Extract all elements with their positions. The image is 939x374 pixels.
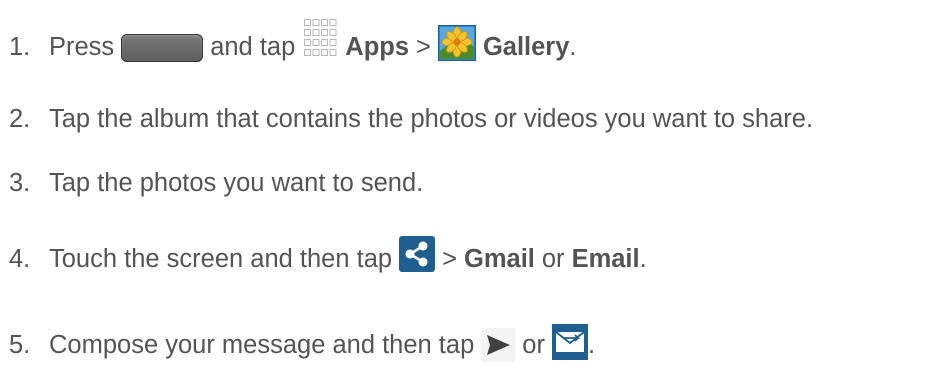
step-number: 5. — [9, 330, 31, 359]
send-icon — [481, 328, 516, 362]
step-text: . — [587, 330, 596, 359]
step-number: 1. — [9, 32, 31, 61]
step-2: 2. Tap the album that contains the photo… — [9, 97, 813, 141]
step-text: and tap — [210, 32, 296, 61]
step-text: or — [522, 330, 545, 359]
step-number: 2. — [9, 104, 31, 133]
step-text: Press — [49, 32, 115, 61]
step-text: Tap the photos you want to send. — [49, 168, 424, 197]
step-number: 3. — [9, 168, 31, 197]
step-text: Touch the screen and then tap — [49, 244, 393, 273]
step-1: 1. Press and tap Apps > Gallery . — [9, 19, 577, 69]
gallery-label: Gallery — [482, 32, 570, 61]
step-text: or — [541, 244, 565, 273]
step-text: Compose your message and then tap — [49, 330, 475, 359]
step-number: 4. — [9, 244, 31, 273]
step-text: . — [639, 244, 647, 273]
step-text: . — [569, 32, 577, 61]
gmail-label: Gmail — [464, 244, 535, 273]
email-send-icon — [551, 324, 588, 360]
home-key-icon — [121, 32, 204, 62]
separator: > — [442, 244, 457, 273]
share-icon — [399, 236, 436, 272]
step-text: Tap the album that contains the photos o… — [49, 104, 814, 133]
gallery-icon — [437, 25, 476, 61]
step-5: 5. Compose your message and then tap or … — [9, 323, 595, 367]
step-3: 3. Tap the photos you want to send. — [9, 161, 423, 205]
step-4: 4. Touch the screen and then tap > Gmail… — [9, 236, 647, 281]
apps-label: Apps — [345, 32, 410, 61]
apps-icon — [304, 19, 337, 56]
email-label: Email — [571, 244, 640, 273]
separator: > — [416, 32, 431, 61]
